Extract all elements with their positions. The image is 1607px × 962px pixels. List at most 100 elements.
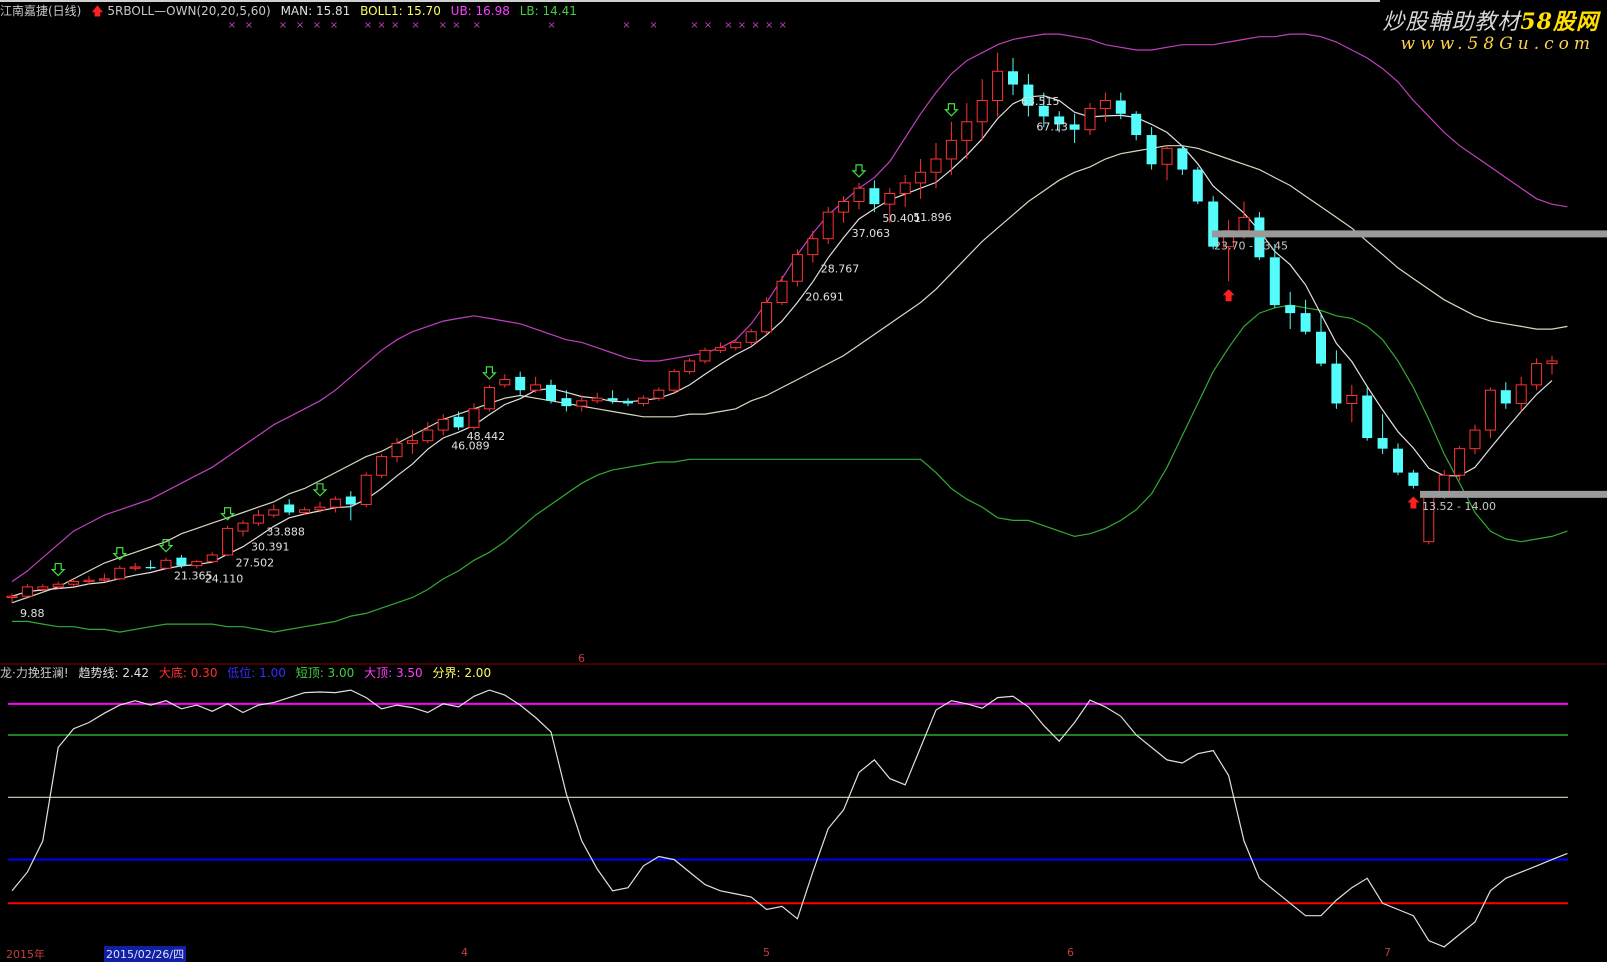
price-annotation: 63.515 [1021,95,1060,108]
price-annotation: 51.896 [913,211,952,224]
candle-body-up [83,579,95,583]
candle-body-up [637,397,649,404]
band-lower-line [12,304,1568,633]
candle-body-down [1146,135,1157,165]
lower-indicator-name[interactable]: 龙·力挽狂澜! [0,666,69,680]
candle-body-up [160,559,172,569]
signal-cross-marker: × [296,20,304,31]
candle-body-up [21,586,33,597]
candle-body-up [1484,389,1496,431]
signal-cross-marker: × [779,20,787,31]
candle-body-up [299,509,311,513]
candle-body-up [252,514,264,524]
candle-body-down [1362,395,1373,439]
candle-body-down [1393,448,1403,473]
candle-body-up [483,387,495,410]
price-annotation: 20.691 [805,291,844,304]
price-annotation: 28.767 [821,263,860,276]
indicator-up-icon: 🡅 [91,4,104,18]
price-annotation: 37.063 [852,227,891,240]
candle-body-up [745,331,757,343]
candle-body-up [206,554,218,563]
candle-body-down [1008,71,1018,85]
lower-chart-header: 龙·力挽狂澜! 趋势线: 2.42 大底: 0.30 低位: 1.00 短顶: … [0,666,497,680]
signal-cross-marker: × [765,20,773,31]
signal-cross-marker: × [439,20,447,31]
signal-cross-marker: × [547,20,555,31]
buy-arrow-icon [943,103,959,117]
candle-body-down [1316,331,1326,364]
indicator-panel [0,663,1607,948]
signal-cross-marker: × [391,20,399,31]
candle-body-up [114,567,126,580]
trend-line [11,689,1568,948]
candle-body-down [453,416,464,428]
candle-body-down [1269,257,1280,306]
candle-body-up [191,561,203,567]
price-annotations: 9.8821.36524.11027.50230.39133.88846.089… [20,95,1068,620]
candle-body-up [992,70,1004,101]
candle-body-up [776,280,788,303]
price-zone-bar [1212,230,1607,238]
candle-body-up [1546,360,1558,365]
candle-body-down [1331,363,1342,404]
candle-body-up [1238,216,1250,232]
watermark-line1: 炒股輔助教材58股网 [1382,4,1599,36]
big-top-value: 大顶: 3.50 [364,666,423,680]
x-label-divider: 6 [578,652,585,665]
low-value: 低位: 1.00 [227,666,286,680]
candle-body-up [268,509,280,516]
candle-body-down [1115,100,1126,114]
candle-body-up [884,193,896,205]
candle-body-up [591,397,603,402]
candle-body-up [237,522,249,532]
price-zone-bar [1420,490,1607,498]
candle-body-up [699,349,711,362]
price-annotation: 67.13 [1036,120,1068,133]
candle-body-up [915,171,927,184]
candle-body-up [791,254,803,282]
trend-value: 趋势线: 2.42 [78,666,150,680]
price-annotation: 24.110 [205,572,244,585]
candle-body-down [1377,438,1388,449]
buy-arrow-icon [851,164,867,178]
divide-value: 分界: 2.00 [432,666,492,680]
ub-value: UB: 16.98 [450,4,510,18]
lb-value: LB: 14.41 [519,4,577,18]
signal-cross-marker: × [279,20,287,31]
candle-body-up [376,456,388,476]
candle-body-down [1192,169,1203,202]
price-annotation: 33.888 [266,526,305,539]
stock-chart-canvas: × × × × × × × × × × × × × × × × × × × × × × × 23.70 - 23.45 13.… [0,0,1607,948]
sell-arrow-icon [1222,289,1235,302]
band-upper-line [11,33,1568,583]
candle-body-up [714,347,726,351]
stock-name[interactable]: 江南嘉捷(日线) [0,4,81,18]
candle-body-up [1161,147,1173,165]
big-bottom-value: 大底: 0.30 [158,666,218,680]
candle-body-up [222,527,234,556]
bollinger-bands [11,33,1568,633]
candle-body-down [546,384,556,401]
candle-body-up [1469,429,1481,450]
price-zone-label: 23.70 - 23.45 [1214,239,1288,252]
indicator-name[interactable]: 5RBOLL—OWN(20,20,5,60) [107,4,270,18]
candle-body-up [68,581,80,585]
candle-body-up [52,583,64,588]
candle-body-up [406,440,418,444]
price-annotation: 30.391 [251,540,290,553]
candle-body-up [899,182,911,195]
signal-cross-marker: × [690,20,698,31]
candle-body-up [653,389,665,399]
buy-arrow-icon [481,366,497,380]
candle-body-down [1300,313,1311,332]
candle-body-up [422,429,434,442]
signal-cross-marker: × [228,20,236,31]
candle-body-up [668,371,680,391]
buy-arrow-icon [50,562,66,577]
candle-body-up [838,200,850,213]
signal-cross-marker: × [622,20,630,31]
watermark-url: www.58Gu.com [1400,34,1595,54]
price-annotation: 27.502 [236,556,275,569]
candle-body-up [807,238,819,256]
